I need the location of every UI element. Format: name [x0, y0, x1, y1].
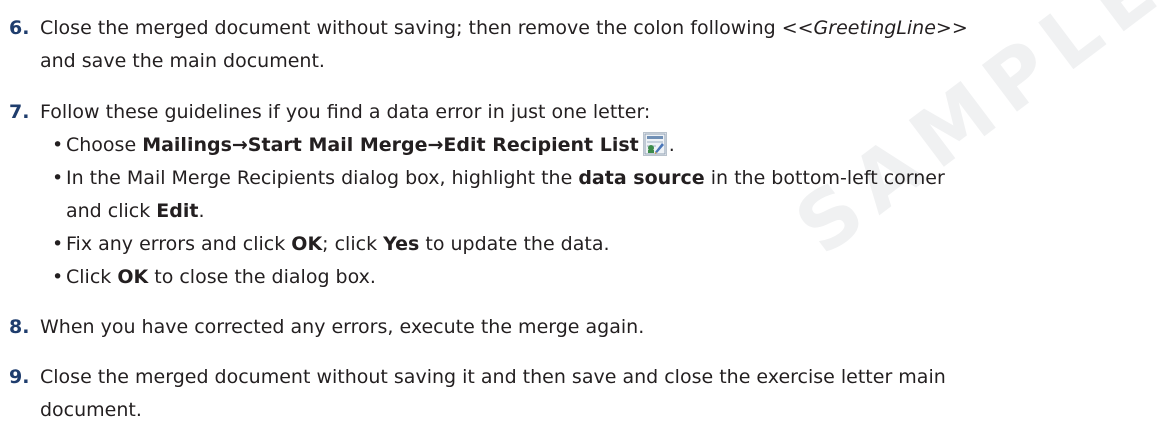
step-number: 7.: [9, 101, 30, 123]
step-number: 8.: [9, 316, 30, 338]
merge-field-greetingline: <<GreetingLine>>: [781, 17, 968, 39]
step-number: 9.: [9, 366, 30, 388]
bullet-marker: •: [52, 266, 64, 288]
step-line: document.: [40, 399, 142, 421]
bullet-line: In the Mail Merge Recipients dialog box,…: [66, 167, 945, 189]
step-line: and save the main document.: [40, 50, 325, 72]
bullet-text: Click OK to close the dialog box.: [66, 266, 376, 288]
bullet-text: Choose Mailings→Start Mail Merge→Edit Re…: [66, 129, 1170, 162]
bullet-marker: •: [52, 233, 64, 255]
step-body: When you have corrected any errors, exec…: [40, 316, 645, 338]
step-line: Close the merged document without saving…: [40, 17, 968, 39]
step-body: Close the merged document without saving…: [40, 12, 1170, 78]
step-body: Close the merged document without saving…: [40, 361, 1170, 427]
document-page: SAMPLE 6. Close the merged document with…: [0, 0, 1175, 437]
bullet-marker: •: [52, 167, 64, 189]
step-body: Follow these guidelines if you find a da…: [40, 101, 651, 123]
bullet-line: and click Edit.: [66, 200, 205, 222]
ribbon-command-path: Mailings→Start Mail Merge→Edit Recipient…: [142, 134, 639, 156]
step-number: 6.: [9, 17, 30, 39]
step-line: Close the merged document without saving…: [40, 366, 946, 388]
bullet-marker: •: [52, 134, 64, 156]
bullet-text: In the Mail Merge Recipients dialog box,…: [66, 162, 1170, 228]
bullet-text: Fix any errors and click OK; click Yes t…: [66, 233, 610, 255]
edit-recipient-list-icon: [642, 131, 667, 156]
